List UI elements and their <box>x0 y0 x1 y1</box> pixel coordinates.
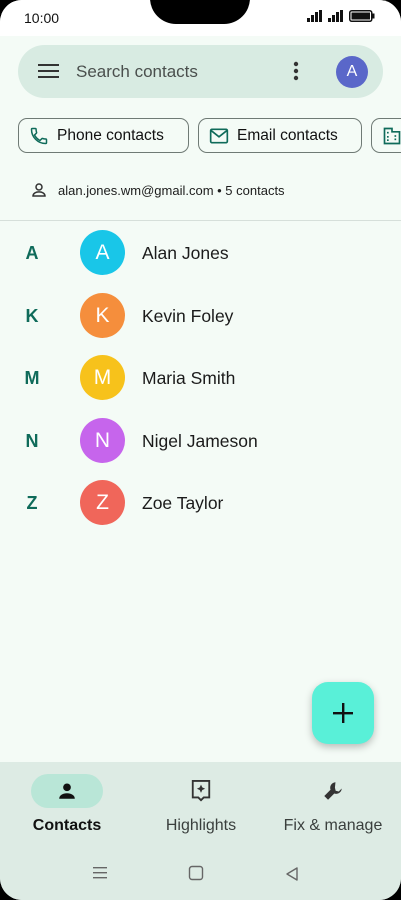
highlights-icon <box>191 780 211 802</box>
chip-organization[interactable] <box>371 118 401 153</box>
nav-active-indicator <box>31 774 103 808</box>
nav-label: Contacts <box>32 817 102 834</box>
section-letter: M <box>24 368 40 388</box>
recent-apps-icon[interactable] <box>92 866 108 880</box>
contact-avatar: K <box>80 293 125 338</box>
camera-notch <box>150 0 250 24</box>
phone-icon <box>30 127 48 144</box>
contact-name: Alan Jones <box>142 243 229 263</box>
signal-icon <box>328 10 343 22</box>
wrench-icon <box>324 782 342 800</box>
mail-icon <box>209 128 229 143</box>
contact-name: Nigel Jameson <box>142 431 258 451</box>
search-input[interactable]: Search contacts <box>76 62 198 82</box>
contact-avatar: A <box>80 230 125 275</box>
contact-row-maria-smith[interactable]: M M Maria Smith <box>0 355 401 405</box>
account-summary: alan.jones.wm@gmail.com • 5 contacts <box>58 182 285 198</box>
status-bar: 10:00 <box>0 0 401 36</box>
section-letter: Z <box>26 493 38 513</box>
contact-row-kevin-foley[interactable]: K K Kevin Foley <box>0 293 401 343</box>
more-vert-icon[interactable] <box>288 60 304 82</box>
nav-icon-container <box>165 774 237 808</box>
chip-phone-contacts[interactable]: Phone contacts <box>18 118 189 153</box>
chip-email-contacts[interactable]: Email contacts <box>198 118 362 153</box>
divider <box>0 220 401 221</box>
status-icons <box>307 10 375 22</box>
back-icon[interactable] <box>284 866 300 882</box>
nav-item-highlights[interactable]: Highlights <box>134 774 268 835</box>
nav-item-fix-manage[interactable]: Fix & manage <box>266 774 400 835</box>
plus-icon <box>333 703 353 723</box>
search-bar[interactable]: Search contacts A <box>18 45 383 98</box>
person-icon <box>59 783 75 799</box>
contact-name: Zoe Taylor <box>142 493 224 513</box>
nav-item-contacts[interactable]: Contacts <box>0 774 134 835</box>
signal-icon <box>307 10 322 22</box>
add-contact-button[interactable] <box>312 682 374 744</box>
contact-avatar: Z <box>80 480 125 525</box>
account-avatar[interactable]: A <box>336 56 368 88</box>
bottom-navigation: Contacts Highlights Fix & manage <box>0 762 401 900</box>
account-row[interactable]: alan.jones.wm@gmail.com • 5 contacts <box>30 181 285 199</box>
chip-label: Phone contacts <box>57 126 164 144</box>
status-time: 10:00 <box>24 10 60 26</box>
building-icon <box>383 127 401 144</box>
contact-row-zoe-taylor[interactable]: Z Z Zoe Taylor <box>0 480 401 530</box>
section-letter: A <box>25 243 39 263</box>
chip-label: Email contacts <box>237 126 338 144</box>
contact-avatar: M <box>80 355 125 400</box>
contact-name: Maria Smith <box>142 368 236 388</box>
section-letter: N <box>25 431 39 451</box>
home-icon[interactable] <box>188 865 204 881</box>
phone-screen: 10:00 Search contacts A Phone contacts E… <box>0 0 401 900</box>
contact-row-alan-jones[interactable]: A A Alan Jones <box>0 230 401 280</box>
nav-icon-container <box>297 774 369 808</box>
contact-name: Kevin Foley <box>142 306 234 326</box>
contact-avatar: N <box>80 418 125 463</box>
section-letter: K <box>25 306 39 326</box>
nav-label: Highlights <box>165 817 237 834</box>
person-outline-icon <box>32 183 46 197</box>
menu-icon[interactable] <box>38 62 60 80</box>
battery-icon <box>349 10 375 22</box>
nav-label: Fix & manage <box>283 817 383 834</box>
contact-row-nigel-jameson[interactable]: N N Nigel Jameson <box>0 418 401 468</box>
